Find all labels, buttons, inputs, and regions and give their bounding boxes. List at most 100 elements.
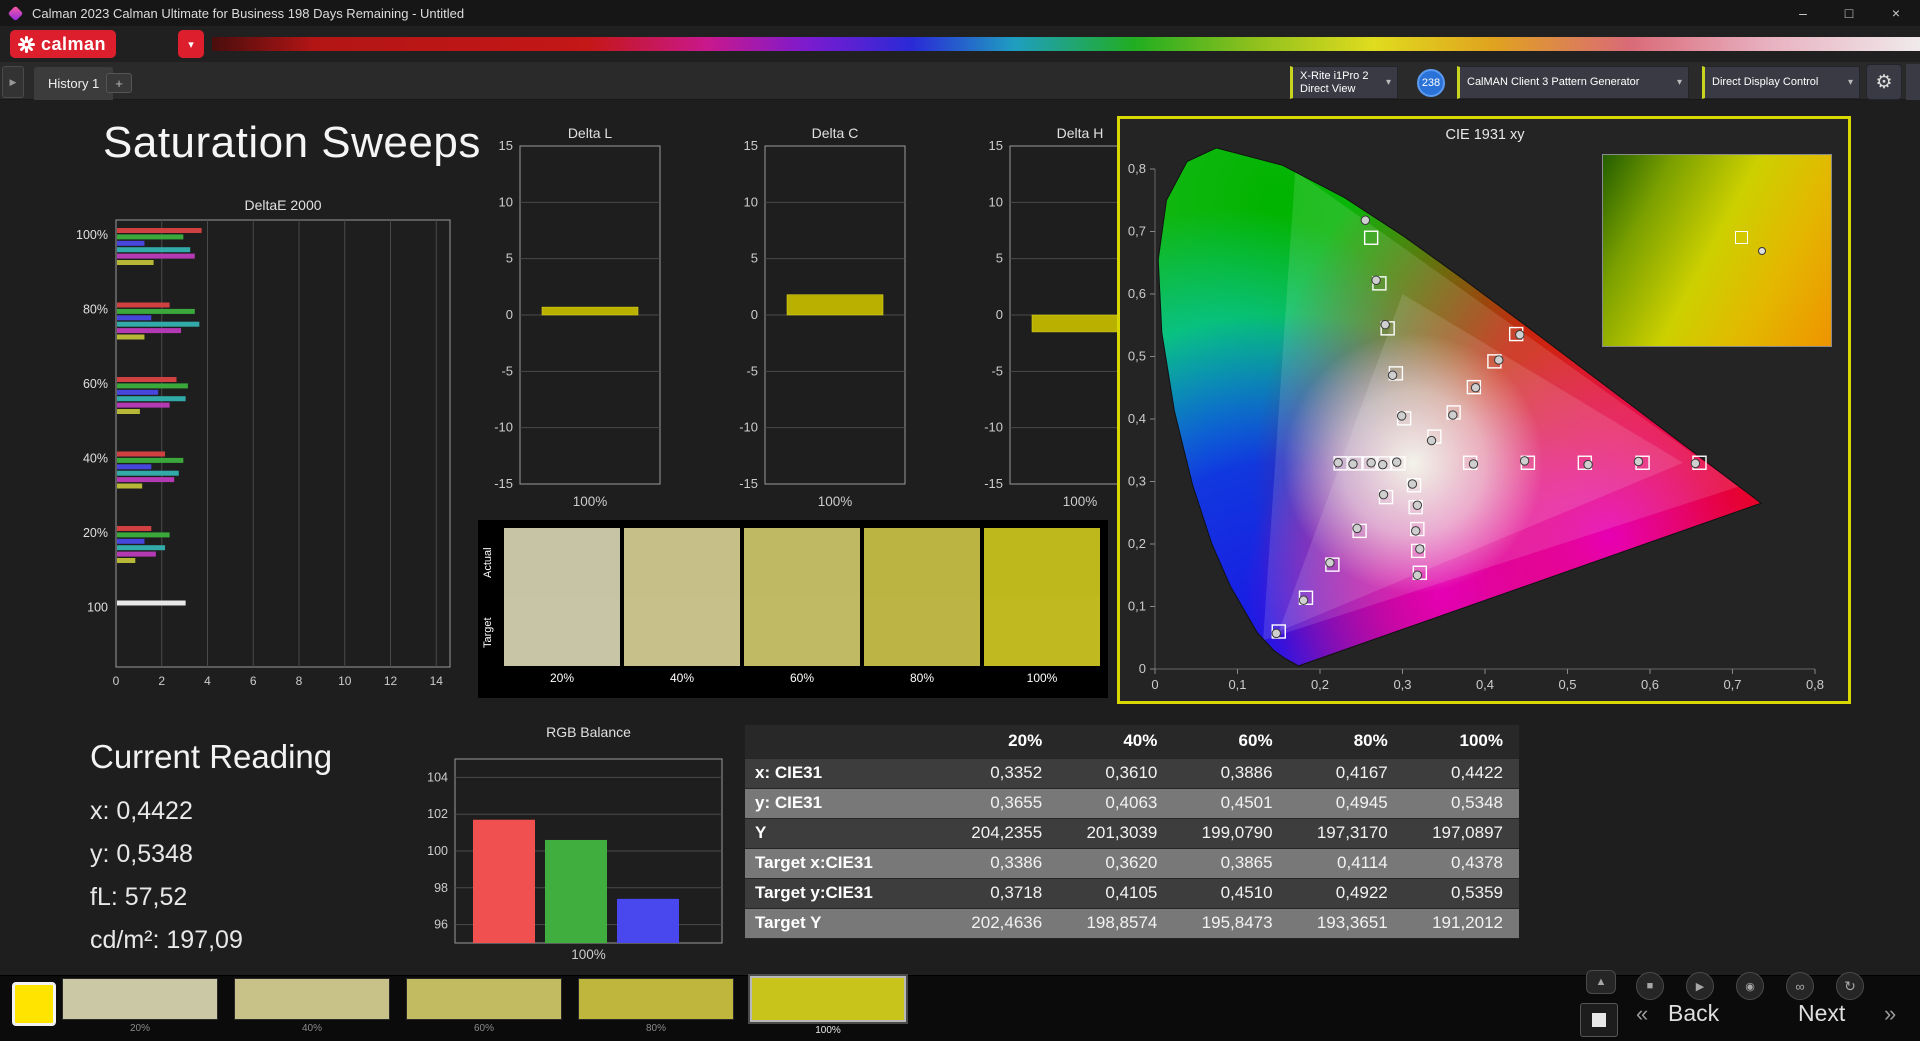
svg-text:0: 0: [1139, 661, 1146, 676]
record-button[interactable]: ◉: [1736, 972, 1764, 1000]
cie-measured-marker-cyan: [1366, 458, 1376, 468]
cie-measured-marker-red: [1633, 456, 1644, 467]
add-tab-button[interactable]: +: [106, 73, 132, 93]
deltae-bar: [117, 302, 170, 308]
svg-text:0,7: 0,7: [1128, 224, 1146, 239]
svg-text:98: 98: [434, 881, 448, 895]
table-cell: 0,4922: [1288, 878, 1404, 908]
refresh-button[interactable]: ↻: [1836, 972, 1864, 1000]
window-title: Calman 2023 Calman Ultimate for Business…: [32, 5, 465, 21]
svg-text:20%: 20%: [83, 526, 108, 540]
meter-name: X-Rite i1Pro 2: [1300, 69, 1369, 82]
deltae-bar: [117, 377, 177, 382]
saturation-patch-80%[interactable]: [578, 978, 734, 1020]
deltae-bar: [117, 457, 184, 463]
deltae-bar: [117, 260, 154, 265]
table-cell: 201,3039: [1058, 818, 1174, 848]
eject-button[interactable]: ▲: [1586, 970, 1616, 994]
deltae-bar: [117, 464, 152, 470]
saturation-patch-60%[interactable]: [406, 978, 562, 1020]
table-cell: 197,0897: [1403, 818, 1519, 848]
stop-button[interactable]: ■: [1636, 972, 1664, 1000]
svg-text:0: 0: [1151, 677, 1158, 692]
delta_l-bar: [541, 306, 639, 316]
patch-item: 100%: [750, 976, 906, 1036]
pattern-generator-dropdown[interactable]: CalMAN Client 3 Pattern Generator ▾: [1457, 66, 1689, 99]
svg-text:100%: 100%: [76, 228, 108, 242]
deltae-bar: [117, 600, 186, 606]
deltae-bar: [117, 308, 195, 314]
svg-text:-5: -5: [746, 363, 758, 378]
tab-history-1[interactable]: History 1: [34, 67, 114, 100]
back-chevron-icon[interactable]: «: [1636, 1001, 1648, 1027]
chevron-down-icon: ▾: [1676, 77, 1682, 88]
play-button[interactable]: ▶: [1686, 972, 1714, 1000]
row-label: Target Y: [745, 908, 943, 938]
svg-text:100%: 100%: [571, 947, 606, 962]
deltae-bar: [117, 526, 152, 531]
tab-scroll-button[interactable]: ▶: [2, 66, 24, 98]
maximize-button[interactable]: □: [1826, 0, 1872, 26]
deltae-bar: [117, 402, 170, 408]
saturation-patch-20%[interactable]: [62, 978, 218, 1020]
page-title: Saturation Sweeps: [103, 118, 481, 167]
link-button[interactable]: ∞: [1786, 972, 1814, 1000]
calman-logo[interactable]: calman: [10, 30, 117, 58]
minimize-button[interactable]: –: [1780, 0, 1826, 26]
saturation-patch-100%[interactable]: [750, 976, 906, 1022]
svg-text:-10: -10: [494, 420, 513, 435]
svg-text:0,8: 0,8: [1806, 677, 1824, 692]
svg-text:0,2: 0,2: [1128, 536, 1146, 551]
table-header-cell: 60%: [1173, 725, 1289, 758]
table-cell: 0,4422: [1403, 758, 1519, 788]
delta-c-chart: Delta C 15 10 5 0 -5 -10 -15 100%: [739, 126, 906, 509]
row-label: y: CIE31: [745, 788, 943, 818]
meter-dropdown[interactable]: X-Rite i1Pro 2 Direct View ▾: [1290, 66, 1398, 99]
deltae-bar: [117, 558, 136, 563]
next-chevron-icon[interactable]: »: [1884, 1001, 1896, 1027]
back-button[interactable]: Back: [1668, 1000, 1719, 1027]
svg-text:0,8: 0,8: [1128, 161, 1146, 176]
patch-label: 80%: [645, 1023, 666, 1034]
close-button[interactable]: ×: [1872, 0, 1920, 26]
swatch-label: 40%: [669, 671, 695, 685]
svg-text:104: 104: [427, 770, 448, 784]
table-cell: 0,4105: [1058, 878, 1174, 908]
cie-1931-panel: CIE 1931 xy 0 0,1 0,2 0,3 0,4 0,5 0,6 0,7 0,8 0 0,1…: [1117, 116, 1851, 704]
svg-text:-10: -10: [984, 420, 1003, 435]
table-header-cell: 100%: [1403, 725, 1519, 758]
saturation-patch-40%[interactable]: [234, 978, 390, 1020]
inset-measured-marker: [1758, 246, 1767, 255]
settings-gear-button[interactable]: ⚙: [1866, 64, 1902, 100]
actual-target-swatch-panel: Actual Target 20% 40% 60% 80% 100%: [478, 520, 1108, 698]
chevron-down-icon: ▾: [1385, 77, 1391, 88]
table-cell: 191,2012: [1403, 908, 1519, 938]
layout-view-icon: [1592, 1013, 1606, 1027]
table-cell: 198,8574: [1058, 908, 1174, 938]
deltae-bar: [117, 470, 179, 476]
table-cell: 0,4063: [1058, 788, 1174, 818]
table-cell: 0,3352: [943, 758, 1059, 788]
svg-text:100%: 100%: [818, 494, 853, 509]
svg-text:0,3: 0,3: [1128, 474, 1146, 489]
svg-text:0: 0: [996, 307, 1003, 322]
display-control-dropdown[interactable]: Direct Display Control ▾: [1702, 66, 1860, 99]
layout-view-button[interactable]: [1580, 1003, 1618, 1037]
svg-text:-15: -15: [494, 476, 513, 491]
table-cell: 195,8473: [1173, 908, 1289, 938]
logo-menu-button[interactable]: ▾: [178, 30, 204, 58]
cie-measured-marker-magenta: [1412, 570, 1423, 580]
svg-text:Delta H: Delta H: [1057, 126, 1104, 141]
cie-measured-marker-green: [1387, 370, 1398, 380]
cie-measured-marker-blue: [1271, 628, 1281, 639]
table-header-cell: 40%: [1058, 725, 1174, 758]
cie-measured-marker-green: [1360, 215, 1371, 225]
next-button[interactable]: Next: [1798, 1000, 1845, 1027]
table-cell: 0,3655: [943, 788, 1059, 818]
svg-text:10: 10: [744, 194, 758, 209]
red-balance-bar: [473, 819, 535, 943]
meter-count-badge[interactable]: 238: [1417, 69, 1445, 97]
svg-text:5: 5: [996, 251, 1003, 266]
toolbar-edge-button[interactable]: [1906, 64, 1920, 100]
svg-text:0,6: 0,6: [1128, 286, 1146, 301]
